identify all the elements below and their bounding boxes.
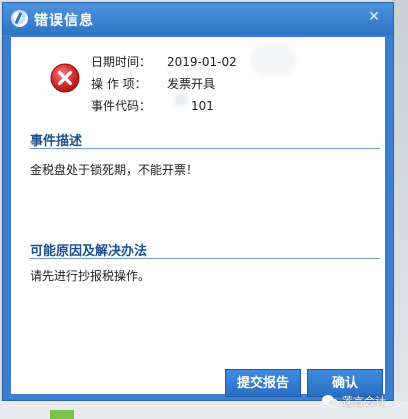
- error-dialog: 错误信息 ✕ 日期时间： 2019-01-02 操 作 项： 发票开具 事件代码： 1…: [2, 2, 394, 401]
- redaction-blur: [251, 45, 295, 75]
- description-divider: [30, 148, 380, 149]
- info-row-date: 日期时间： 2019-01-02: [91, 53, 237, 70]
- operation-label: 操 作 项：: [91, 77, 147, 91]
- app-logo-icon: [11, 10, 28, 27]
- watermark-text: 莲言会计: [342, 395, 386, 408]
- description-text: 金税盘处于锁死期，不能开票！: [30, 163, 199, 177]
- close-button[interactable]: ✕: [363, 7, 385, 27]
- code-label: 事件代码：: [91, 99, 152, 113]
- info-row-code: 事件代码： 101: [91, 97, 214, 114]
- background-window-edge: [392, 0, 408, 419]
- dialog-title: 错误信息: [34, 13, 94, 29]
- button-bar: 提交报告 确认: [11, 355, 385, 397]
- watermark: 莲言会计: [322, 390, 386, 412]
- info-row-operation: 操 作 项： 发票开具: [91, 75, 215, 92]
- date-label: 日期时间：: [91, 55, 152, 69]
- error-icon: [50, 63, 80, 93]
- dialog-content: 日期时间： 2019-01-02 操 作 项： 发票开具 事件代码： 101 事件描述…: [11, 37, 385, 397]
- operation-value: 发票开具: [167, 77, 216, 91]
- background-green-element: [50, 410, 74, 419]
- wechat-icon: [322, 395, 338, 408]
- submit-report-button[interactable]: 提交报告: [225, 369, 301, 397]
- solution-heading: 可能原因及解决办法: [30, 244, 148, 259]
- title-bar[interactable]: 错误信息 ✕: [3, 3, 393, 35]
- redaction-blur-code: [174, 93, 188, 107]
- solution-divider: [30, 258, 380, 259]
- description-heading: 事件描述: [30, 134, 83, 149]
- date-value: 2019-01-02: [167, 55, 237, 69]
- solution-text: 请先进行抄报税操作。: [30, 269, 151, 283]
- code-value: 101: [191, 99, 214, 113]
